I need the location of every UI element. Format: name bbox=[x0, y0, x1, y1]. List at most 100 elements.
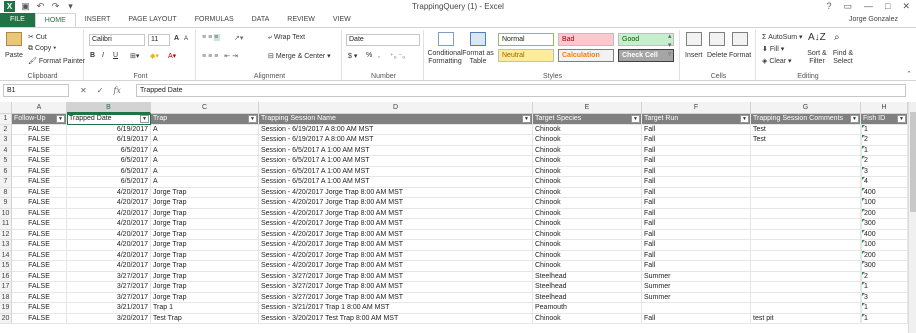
cell-trapping-session-name[interactable]: Session - 6/19/2017 A 8:00 AM MST bbox=[259, 124, 533, 135]
cell-target-run[interactable]: Fall bbox=[642, 166, 751, 177]
cell-style-bad[interactable]: Bad bbox=[558, 33, 614, 46]
cell-target-run[interactable]: Fall bbox=[642, 198, 751, 209]
cell-style-good[interactable]: Good bbox=[618, 33, 674, 46]
copy-button[interactable]: ⧉ Copy ▾ bbox=[28, 45, 56, 53]
cell-fish-id[interactable]: 1 bbox=[861, 124, 908, 135]
cell-target-run[interactable]: Fall bbox=[642, 313, 751, 324]
tab-file[interactable]: FILE bbox=[0, 13, 35, 27]
font-size-select[interactable]: 11 bbox=[148, 34, 170, 46]
find-icon[interactable]: ⌕ bbox=[834, 32, 840, 43]
cell-target-species[interactable]: Chinook bbox=[533, 145, 642, 156]
cell-follow-up[interactable]: FALSE bbox=[12, 303, 67, 314]
sort-filter-button[interactable]: Sort & Filter bbox=[804, 50, 830, 66]
cell-trap[interactable]: A bbox=[151, 135, 259, 146]
vertical-scrollbar[interactable] bbox=[908, 102, 916, 333]
worksheet-grid[interactable]: ABCDEFGH 1 Follow-Up ▼ Trapped Date ▼ Trap ▼ Tr… bbox=[0, 102, 908, 333]
cell-trapped-date[interactable]: 4/20/2017 bbox=[67, 240, 151, 251]
cell-trapped-date[interactable]: 3/27/2017 bbox=[67, 271, 151, 282]
row-number[interactable]: 14 bbox=[0, 250, 12, 261]
filter-dropdown-icon[interactable]: ▼ bbox=[56, 115, 65, 123]
cell-follow-up[interactable]: FALSE bbox=[12, 240, 67, 251]
column-header-b[interactable]: B bbox=[67, 102, 151, 114]
cell-follow-up[interactable]: FALSE bbox=[12, 313, 67, 324]
row-number[interactable]: 8 bbox=[0, 187, 12, 198]
cell-target-run[interactable]: Fall bbox=[642, 124, 751, 135]
cell-trapping-session-name[interactable]: Session - 4/20/2017 Jorge Trap 8:00 AM M… bbox=[259, 187, 533, 198]
cell-trapped-date[interactable]: 4/20/2017 bbox=[67, 261, 151, 272]
cell-follow-up[interactable]: FALSE bbox=[12, 282, 67, 293]
cell-trap[interactable]: Jorge Trap bbox=[151, 208, 259, 219]
cell-trapping-session-name[interactable]: Session - 3/21/2017 Trap 1 8:00 AM MST bbox=[259, 303, 533, 314]
row-number[interactable]: 3 bbox=[0, 135, 12, 146]
cell-target-species[interactable]: Chinook bbox=[533, 250, 642, 261]
filter-dropdown-icon[interactable]: ▼ bbox=[140, 115, 149, 123]
cell-trapping-session-name[interactable]: Session - 4/20/2017 Jorge Trap 8:00 AM M… bbox=[259, 261, 533, 272]
cell-trap[interactable]: Jorge Trap bbox=[151, 292, 259, 303]
cell-trapping-session-comments[interactable] bbox=[751, 292, 861, 303]
column-header-h[interactable]: H bbox=[861, 102, 908, 114]
cell-fish-id[interactable]: 300 bbox=[861, 261, 908, 272]
format-as-table-button[interactable]: Format as Table bbox=[460, 50, 496, 66]
column-header-g[interactable]: G bbox=[751, 102, 861, 114]
cell-trap[interactable]: Jorge Trap bbox=[151, 261, 259, 272]
borders-icon[interactable]: ⊞▾ bbox=[130, 52, 139, 60]
clear-button[interactable]: ◈ Clear ▾ bbox=[762, 57, 792, 65]
row-number[interactable]: 12 bbox=[0, 229, 12, 240]
filter-dropdown-icon[interactable]: ▼ bbox=[522, 115, 531, 123]
cell-target-run[interactable]: Summer bbox=[642, 271, 751, 282]
row-number[interactable]: 9 bbox=[0, 198, 12, 209]
cell-follow-up[interactable]: FALSE bbox=[12, 156, 67, 167]
cell-trapping-session-name[interactable]: Session - 4/20/2017 Jorge Trap 8:00 AM M… bbox=[259, 229, 533, 240]
cell-target-run[interactable]: Fall bbox=[642, 229, 751, 240]
cell-trapping-session-name[interactable]: Session - 3/27/2017 Jorge Trap 8:00 AM M… bbox=[259, 292, 533, 303]
cell-follow-up[interactable]: FALSE bbox=[12, 135, 67, 146]
cell-fish-id[interactable]: 300 bbox=[861, 219, 908, 230]
cell-target-species[interactable]: Chinook bbox=[533, 156, 642, 167]
tab-data[interactable]: DATA bbox=[243, 13, 279, 27]
formula-input[interactable]: Trapped Date bbox=[136, 84, 906, 97]
cell-target-run[interactable]: Fall bbox=[642, 219, 751, 230]
cell-trapped-date[interactable]: 4/20/2017 bbox=[67, 250, 151, 261]
filter-dropdown-icon[interactable]: ▼ bbox=[850, 115, 859, 123]
cell-trapped-date[interactable]: 6/5/2017 bbox=[67, 156, 151, 167]
cell-style-calculation[interactable]: Calculation bbox=[558, 49, 614, 62]
cell-target-species[interactable]: Chinook bbox=[533, 187, 642, 198]
cell-trap[interactable]: Jorge Trap bbox=[151, 198, 259, 209]
ribbon-display-icon[interactable]: ▭ bbox=[844, 1, 853, 12]
cell-fish-id[interactable]: 1 bbox=[861, 313, 908, 324]
tab-home[interactable]: HOME bbox=[34, 13, 76, 27]
cell-trapping-session-name[interactable]: Session - 6/5/2017 A 1:00 AM MST bbox=[259, 177, 533, 188]
cell-trapped-date[interactable]: 4/20/2017 bbox=[67, 198, 151, 209]
scrollbar-thumb[interactable] bbox=[910, 112, 916, 212]
cell-target-run[interactable]: Fall bbox=[642, 240, 751, 251]
cell-target-species[interactable]: Chinook bbox=[533, 198, 642, 209]
paste-button[interactable]: Paste bbox=[5, 52, 23, 59]
cell-trap[interactable]: Jorge Trap bbox=[151, 240, 259, 251]
cell-style-normal[interactable]: Normal bbox=[498, 33, 554, 46]
italic-button[interactable]: I bbox=[102, 52, 104, 59]
find-select-button[interactable]: Find & Select bbox=[830, 50, 856, 66]
filter-dropdown-icon[interactable]: ▼ bbox=[740, 115, 749, 123]
header-cell-trapping-session-name[interactable]: Trapping Session Name ▼ bbox=[259, 114, 533, 125]
conditional-formatting-icon[interactable] bbox=[438, 32, 454, 46]
header-cell-follow-up[interactable]: Follow-Up ▼ bbox=[12, 114, 67, 125]
cell-follow-up[interactable]: FALSE bbox=[12, 208, 67, 219]
cell-trapping-session-comments[interactable] bbox=[751, 145, 861, 156]
row-number[interactable]: 16 bbox=[0, 271, 12, 282]
paste-icon[interactable] bbox=[6, 32, 22, 46]
cell-target-species[interactable]: Chinook bbox=[533, 261, 642, 272]
row-number[interactable]: 2 bbox=[0, 124, 12, 135]
row-number[interactable]: 18 bbox=[0, 292, 12, 303]
underline-button[interactable]: U bbox=[113, 52, 118, 59]
cell-trap[interactable]: A bbox=[151, 177, 259, 188]
close-icon[interactable]: ✕ bbox=[902, 1, 910, 12]
vertical-align-icons[interactable]: ≡≡≡ bbox=[202, 34, 221, 41]
cell-trapping-session-comments[interactable]: Test bbox=[751, 124, 861, 135]
fill-color-icon[interactable]: ◆▾ bbox=[150, 52, 159, 60]
insert-function-icon[interactable]: fx bbox=[113, 86, 120, 95]
cell-trap[interactable]: Trap 1 bbox=[151, 303, 259, 314]
row-number[interactable]: 10 bbox=[0, 208, 12, 219]
tab-insert[interactable]: INSERT bbox=[76, 13, 120, 27]
cell-fish-id[interactable]: 3 bbox=[861, 292, 908, 303]
cell-fish-id[interactable]: 1 bbox=[861, 282, 908, 293]
